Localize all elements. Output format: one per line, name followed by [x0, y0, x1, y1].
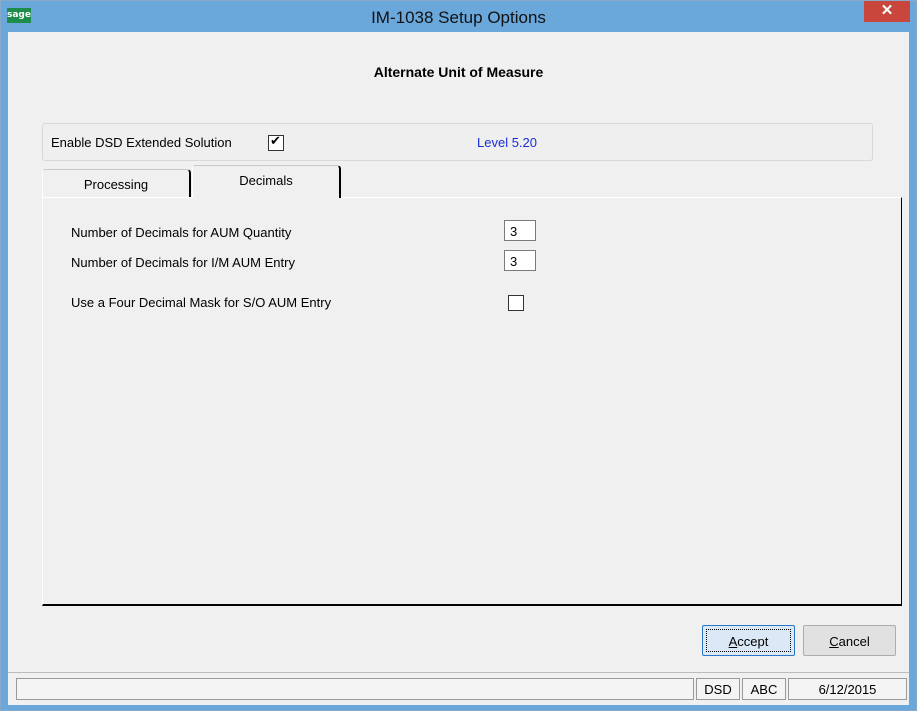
enable-extended-checkbox[interactable] [268, 134, 284, 151]
aum-quantity-label: Number of Decimals for AUM Quantity [71, 225, 292, 240]
cancel-mnemonic: C [829, 634, 839, 649]
cancel-label: ancel [838, 634, 870, 649]
decimals-panel: Number of Decimals for AUM Quantity 3 Nu… [42, 197, 902, 606]
im-aum-entry-label: Number of Decimals for I/M AUM Entry [71, 255, 295, 270]
setup-options-window: sage IM-1038 Setup Options ✕ Alternate U… [0, 0, 917, 711]
status-company-code: DSD [696, 678, 740, 700]
four-decimal-mask-label: Use a Four Decimal Mask for S/O AUM Entr… [71, 295, 332, 310]
aum-quantity-field[interactable]: 3 [504, 220, 536, 241]
extended-solution-group: Enable DSD Extended Solution Level 5.20 [42, 123, 873, 161]
title-bar[interactable]: sage IM-1038 Setup Options ✕ [1, 1, 916, 32]
four-decimal-mask-checkbox[interactable] [508, 295, 524, 311]
im-aum-entry-field[interactable]: 3 [504, 250, 536, 271]
close-icon[interactable]: ✕ [864, 1, 910, 22]
cancel-button[interactable]: Cancel [803, 625, 896, 656]
enable-extended-label: Enable DSD Extended Solution [51, 135, 232, 150]
page-title: Alternate Unit of Measure [373, 64, 544, 80]
status-message-pane [16, 678, 694, 700]
tab-processing[interactable]: Processing [42, 169, 191, 198]
tab-decimals[interactable]: Decimals [192, 165, 341, 198]
window-title: IM-1038 Setup Options [371, 8, 546, 27]
focus-ring [706, 629, 791, 652]
level-label: Level 5.20 [477, 135, 537, 150]
status-bar: DSD ABC 6/12/2015 [8, 672, 909, 705]
accept-button[interactable]: Accept [702, 625, 795, 656]
dialog-body: Alternate Unit of Measure Enable DSD Ext… [8, 32, 909, 705]
status-date: 6/12/2015 [788, 678, 907, 700]
status-user: ABC [742, 678, 786, 700]
